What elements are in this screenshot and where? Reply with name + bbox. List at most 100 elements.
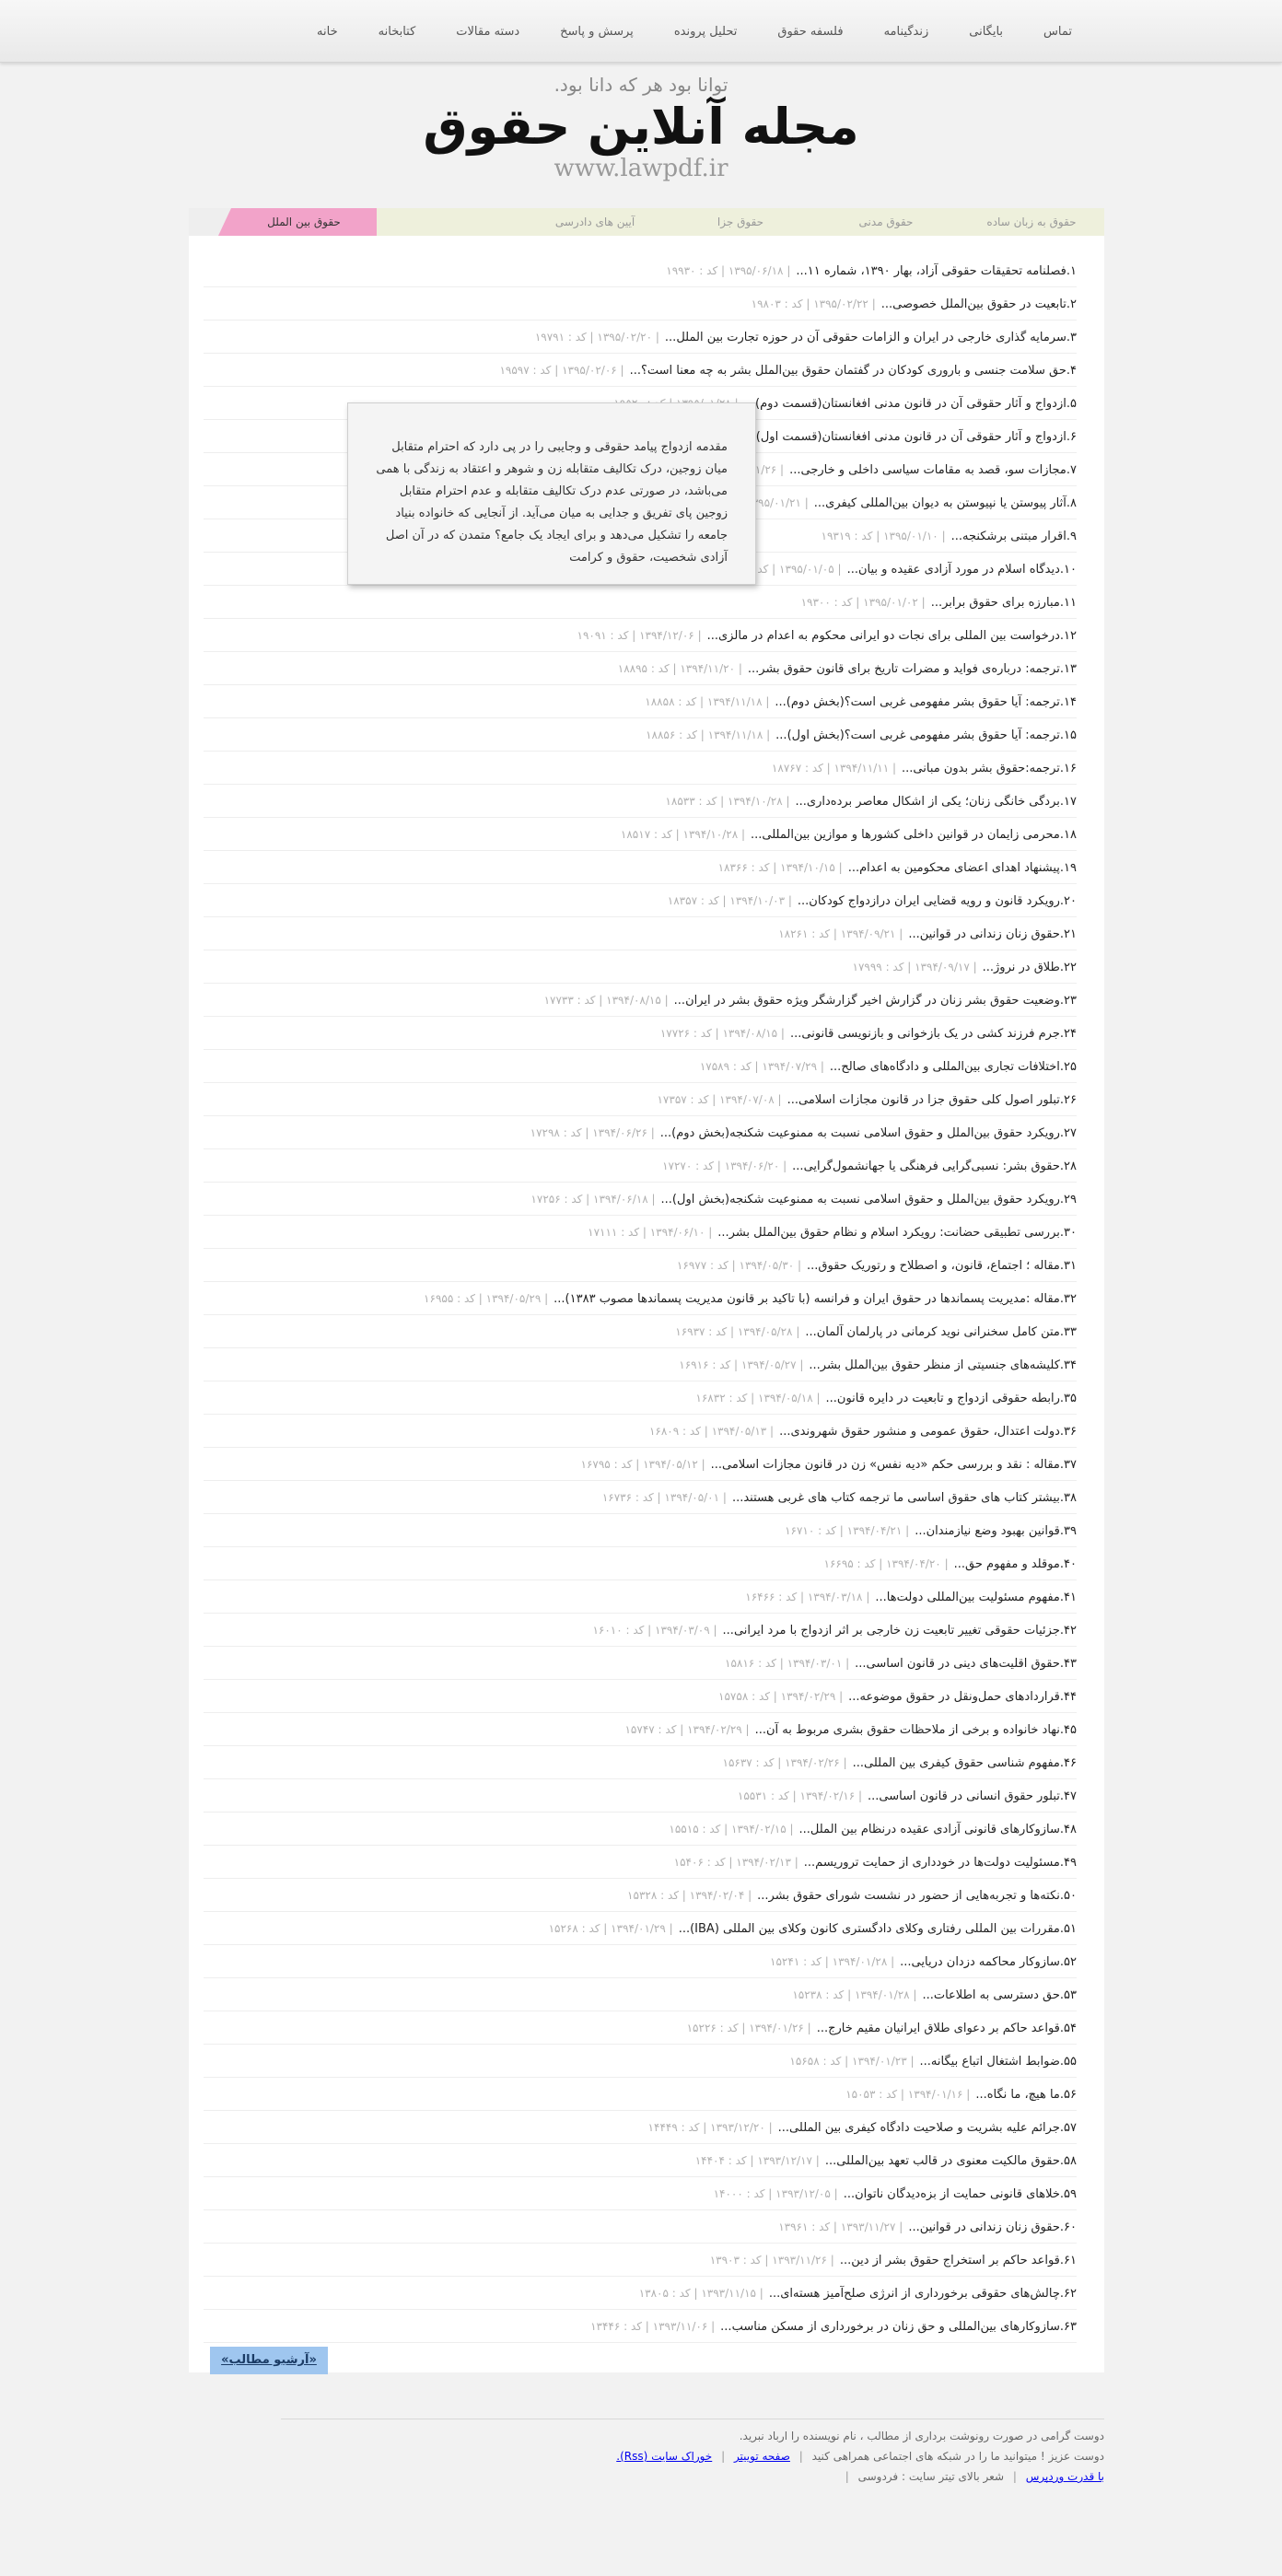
post-title-link[interactable]: حق دسترسی به اطلاعات... (922, 1988, 1059, 2002)
footer-copyright-note: دوست گرامی در صورت رونوشت برداری از مطال… (739, 2430, 1104, 2442)
post-title-link[interactable]: قوانین بهبود وضع نیازمندان... (915, 1524, 1060, 1538)
post-title-link[interactable]: قراردادهای حمل‌ونقل در حقوق موضوعه... (848, 1690, 1060, 1704)
post-title-link[interactable]: پیشنهاد اهدای اعضای محکومین به اعدام... (848, 861, 1060, 875)
post-number: ۱۹ (1064, 861, 1077, 875)
nav-philosophy-of-law[interactable]: فلسفه حقوق (777, 25, 843, 39)
post-title-link[interactable]: قواعد حاکم بر دعوای طلاق ایرانیان مقیم خ… (817, 2022, 1060, 2035)
post-title-link[interactable]: ترجمه: درباره‌ی فواید و مضرات تاریخ برای… (748, 662, 1060, 676)
post-title-link[interactable]: مفهوم شناسی حقوق کیفری بین المللی... (853, 1756, 1060, 1770)
nav-archive[interactable]: بایگانی (969, 25, 1003, 39)
tab-simple-law[interactable]: حقوق به زبان ساده (946, 208, 1104, 236)
post-title-link[interactable]: رویکرد حقوق بین‌الملل و حقوق اسلامی نسبت… (660, 1126, 1060, 1140)
tab-international-law[interactable]: حقوق بین الملل (218, 208, 377, 236)
post-title-link[interactable]: رویکرد حقوق بین‌الملل و حقوق اسلامی نسبت… (661, 1193, 1060, 1206)
nav-home[interactable]: خانه (317, 25, 338, 39)
post-title-link[interactable]: اقرار مبتنی برشکنجه... (951, 530, 1066, 543)
post-title-link[interactable]: کلیشه‌های جنسیتی از منظر حقوق بین‌الملل … (809, 1358, 1060, 1372)
post-title-link[interactable]: دیدگاه اسلام در مورد آزادی عقیده و بیان.… (847, 563, 1060, 577)
post-title-link[interactable]: قواعد حاکم بر استخراج حقوق بشر از دین... (840, 2254, 1060, 2267)
post-title-link[interactable]: جرم فرزند کشی در یک بازخوانی و بازنویسی … (790, 1027, 1060, 1041)
post-title-link[interactable]: ازدواج و آثار حقوقی آن در قانون مدنی افغ… (744, 397, 1066, 411)
post-list-item: ۲۵.اختلافات تجاری بین‌المللی و دادگاه‌ها… (204, 1050, 1077, 1083)
post-title-link[interactable]: بیشتر کتاب های حقوق اساسی ما ترجمه کتاب … (732, 1491, 1060, 1505)
site-title-logo[interactable]: مجله آنلاین حقوق (0, 98, 1282, 156)
post-title-link[interactable]: تبلور حقوق انسانی در قانون اساسی... (868, 1789, 1060, 1803)
post-title-link[interactable]: نهاد خانواده و برخی از ملاحظات حقوق بشری… (755, 1723, 1060, 1737)
post-title-link[interactable]: موقلد و مفهوم حق... (954, 1557, 1060, 1571)
post-title-link[interactable]: ازدواج و آثار حقوقی آن در قانون مدنی افغ… (744, 430, 1066, 444)
post-title-link[interactable]: سرمایه گذاری خارجی در ایران و الزامات حق… (665, 331, 1066, 344)
post-title-link[interactable]: خلاهای قانونی حمایت از بزه‌دیدگان ناتوان… (844, 2187, 1060, 2201)
nav-biography[interactable]: زندگینامه (884, 25, 929, 39)
rss-link[interactable]: خوراک سایت (Rss). (616, 2450, 712, 2463)
post-list-item: ۵۳.حق دسترسی به اطلاعات...| ۱۳۹۴/۰۱/۲۸ |… (204, 1978, 1077, 2011)
post-title-link[interactable]: جرائم علیه بشریت و صلاحیت دادگاه کیفری ب… (778, 2121, 1060, 2135)
post-title-link[interactable]: نکته‌ها و تجربه‌هایی از حضور در نشست شور… (757, 1889, 1060, 1903)
post-title-link[interactable]: حقوق زنان زندانی در قوانین... (908, 2220, 1060, 2234)
post-title-link[interactable]: طلاق در نروژ... (983, 961, 1060, 974)
nav-article-categories[interactable]: دسته مقالات (456, 25, 519, 39)
post-title-link[interactable]: حقوق اقلیت‌های دینی در قانون اساسی... (855, 1657, 1060, 1671)
post-title-link[interactable]: ضوابط اشتغال اتباع بیگانه... (920, 2055, 1060, 2069)
tab-empty[interactable] (364, 208, 522, 236)
post-title-link[interactable]: فصلنامه تحقیقات حقوقی آزاد، بهار ۱۳۹۰، ش… (796, 264, 1066, 278)
post-date-code: | ۱۳۹۵/۰۶/۱۸ | کد : ۱۹۹۳۰ (666, 264, 791, 277)
post-title-link[interactable]: رویکرد قانون و رویه قضایی ایران درازدواج… (798, 894, 1060, 908)
post-date-code: | ۱۳۹۴/۰۵/۲۹ | کد : ۱۶۹۵۵ (424, 1292, 549, 1305)
post-title-link[interactable]: رابطه حقوقی ازدواج و تابعیت در دایره قان… (826, 1392, 1060, 1405)
post-title-link[interactable]: تبلور اصول کلی حقوق جزا در قانون مجازات … (787, 1093, 1060, 1107)
post-title-link[interactable]: دولت اعتدال، حقوق عمومی و منشور حقوق شهر… (779, 1425, 1060, 1439)
post-title-link[interactable]: اختلافات تجاری بین‌المللی و دادگاه‌های ص… (830, 1060, 1060, 1074)
nav-case-analysis[interactable]: تحلیل پرونده (674, 25, 738, 39)
post-title-link[interactable]: حقوق بشر: نسبی‌گرایی فرهنگی یا جهانشمول‌… (792, 1160, 1060, 1173)
tab-criminal-law[interactable]: حقوق جزا (655, 208, 813, 236)
archive-button[interactable]: «آرشیو مطالب» (210, 2347, 328, 2374)
post-title-link[interactable]: حقوق زنان زندانی در قوانین... (908, 927, 1060, 941)
post-title-link[interactable]: بررسی تطبیقی حضانت: رویکرد اسلام و نظام … (717, 1226, 1060, 1240)
post-date-code: | ۱۳۹۳/۱۱/۲۷ | کد : ۱۳۹۶۱ (778, 2220, 903, 2233)
post-title-link[interactable]: سازوکارهای قانونی آزادی عقیده درنظام بین… (799, 1823, 1060, 1836)
post-number: ۵۱ (1064, 1922, 1077, 1936)
post-title-link[interactable]: سازوکارهای بین‌المللی و حق زنان در برخور… (720, 2320, 1060, 2334)
post-title-link[interactable]: سازوکار محاکمه دزدان دریایی... (900, 1955, 1060, 1969)
post-title-link[interactable]: حقوق مالکیت معنوی در قالب تعهد بین‌الملل… (825, 2154, 1060, 2168)
nav-library[interactable]: کتابخانه (379, 25, 416, 39)
wordpress-link[interactable]: با قدرت وردپرس (1026, 2470, 1104, 2483)
post-title-link[interactable]: مقاله ؛ اجتماع، قانون، و اصطلاح و رتوریک… (807, 1259, 1060, 1273)
post-title-link[interactable]: محرمی زایمان در قوانین داخلی کشورها و مو… (751, 828, 1060, 842)
post-title-link[interactable]: متن کامل سخنرانی نوید کرمانی در پارلمان … (805, 1325, 1060, 1339)
post-title-link[interactable]: ما هیچ، ما نگاه... (975, 2088, 1060, 2102)
post-title-link[interactable]: مقاله : نقد و بررسی حکم «دیه نفس» زن در … (711, 1458, 1060, 1472)
post-list-item: ۲۱.حقوق زنان زندانی در قوانین...| ۱۳۹۴/۰… (204, 917, 1077, 950)
post-title-link[interactable]: بردگی خانگی زنان؛ یکی از اشکال معاصر برد… (796, 795, 1060, 809)
post-title-link[interactable]: مسئولیت دولت‌ها در خودداری از حمایت ترور… (804, 1856, 1060, 1870)
tab-procedure-law[interactable]: آیین های دادرسی (509, 208, 668, 236)
post-title-link[interactable]: درخواست بین المللی برای نجات دو ایرانی م… (707, 629, 1060, 643)
post-title-link[interactable]: مقررات بین المللی رفتاری وکلای دادگستری … (679, 1922, 1060, 1936)
post-list-item: ۱.فصلنامه تحقیقات حقوقی آزاد، بهار ۱۳۹۰،… (204, 254, 1077, 287)
post-number: ۵۶ (1064, 2088, 1077, 2102)
nav-contact[interactable]: تماس (1043, 25, 1072, 39)
post-date-code: | ۱۳۹۴/۰۲/۲۹ | کد : ۱۵۷۵۸ (718, 1690, 844, 1703)
post-title-link[interactable]: وضعیت حقوق بشر زنان در گزارش اخیر گزارشگ… (674, 994, 1060, 1008)
post-title-link[interactable]: ترجمه:حقوق بشر بدون مبانی... (902, 762, 1060, 775)
post-number: ۳۵ (1064, 1392, 1077, 1405)
post-title-link[interactable]: ترجمه: آیا حقوق بشر مفهومی غربی است؟(بخش… (775, 729, 1060, 742)
footer-separator: | (845, 2470, 849, 2483)
post-number: ۱۵ (1064, 729, 1077, 742)
twitter-link[interactable]: صفحه توییتر (734, 2450, 790, 2463)
nav-qa[interactable]: پرسش و پاسخ (560, 25, 634, 39)
post-number: ۵۰ (1064, 1889, 1077, 1903)
post-title-link[interactable]: جزئیات حقوقی تغییر تابعیت زن خارجی بر اث… (723, 1624, 1060, 1638)
post-title-link[interactable]: چالش‌های حقوقی برخورداری از انرژی صلح‌آم… (769, 2287, 1060, 2301)
tab-civil-law[interactable]: حقوق مدنی (800, 208, 959, 236)
post-title-link[interactable]: مبارزه برای حقوق برابر... (931, 596, 1060, 610)
post-title-link[interactable]: آثار پیوستن یا نپیوستن به دیوان بین‌المل… (814, 496, 1066, 510)
post-date-code: | ۱۳۹۴/۰۱/۲۸ | کد : ۱۵۲۳۸ (792, 1988, 917, 2001)
post-title-link[interactable]: مفهوم مسئولیت بین‌المللی دولت‌ها... (875, 1591, 1060, 1604)
post-title-link[interactable]: مقاله :مدیریت پسماندها در حقوق ایران و ف… (554, 1292, 1060, 1306)
post-title-link[interactable]: حق سلامت جنسی و باروری کودکان در گفتمان … (630, 364, 1066, 378)
post-title-link[interactable]: ترجمه: آیا حقوق بشر مفهومی غربی است؟(بخش… (775, 695, 1060, 709)
post-title-link[interactable]: تابعیت در حقوق بین‌الملل خصوصی... (881, 297, 1066, 311)
post-title-link[interactable]: مجازات سو، قصد به مقامات سیاسی داخلی و خ… (789, 463, 1066, 477)
